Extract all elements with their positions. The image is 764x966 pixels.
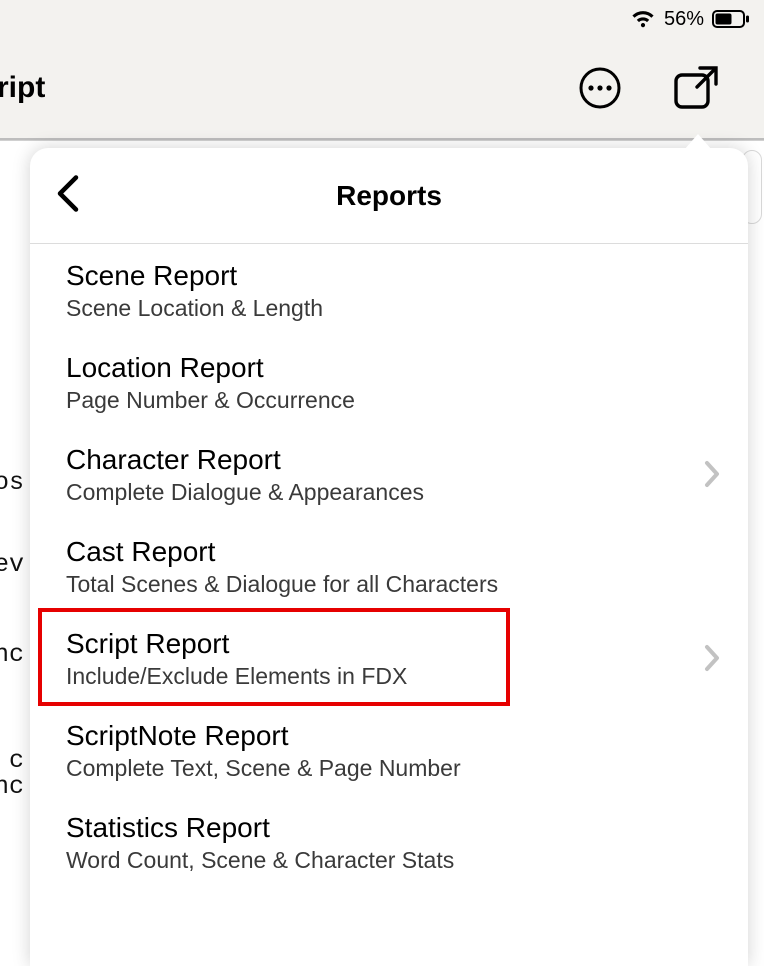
reports-popover: Reports Scene ReportScene Location & Len… — [30, 148, 748, 966]
report-item-title: Location Report — [66, 350, 680, 385]
more-menu-button[interactable] — [578, 66, 622, 110]
back-button[interactable] — [46, 165, 88, 226]
popover-caret — [684, 134, 712, 150]
chevron-right-icon — [704, 460, 720, 488]
report-item[interactable]: Script ReportInclude/Exclude Elements in… — [30, 612, 748, 704]
report-item-subtitle: Scene Location & Length — [66, 295, 680, 322]
report-item-subtitle: Word Count, Scene & Character Stats — [66, 847, 680, 874]
report-item-title: ScriptNote Report — [66, 718, 680, 753]
popover-title: Reports — [336, 180, 442, 212]
background-text-fragment: ev — [0, 550, 24, 579]
report-item[interactable]: Cast ReportTotal Scenes & Dialogue for a… — [30, 520, 748, 612]
chevron-right-icon — [704, 644, 720, 672]
report-item-title: Script Report — [66, 626, 680, 661]
report-item-subtitle: Total Scenes & Dialogue for all Characte… — [66, 571, 680, 598]
background-text-fragment: nc — [0, 640, 24, 669]
popover-header: Reports — [30, 148, 748, 244]
background-text-fragment: c — [0, 746, 24, 775]
status-bar: 56% — [0, 0, 764, 38]
report-item[interactable]: ScriptNote ReportComplete Text, Scene & … — [30, 704, 748, 796]
report-item-title: Statistics Report — [66, 810, 680, 845]
background-text-fragment: nc — [0, 772, 24, 801]
report-item-title: Scene Report — [66, 258, 680, 293]
report-item[interactable]: Location ReportPage Number & Occurrence — [30, 336, 748, 428]
report-item-subtitle: Page Number & Occurrence — [66, 387, 680, 414]
report-item-title: Cast Report — [66, 534, 680, 569]
document-title-fragment: ript — [0, 71, 45, 105]
report-item-subtitle: Complete Dialogue & Appearances — [66, 479, 680, 506]
reports-list: Scene ReportScene Location & LengthLocat… — [30, 244, 748, 966]
report-item[interactable]: Statistics ReportWord Count, Scene & Cha… — [30, 796, 748, 888]
battery-percent-label: 56% — [664, 8, 704, 31]
report-item[interactable]: Character ReportComplete Dialogue & Appe… — [30, 428, 748, 520]
battery-icon — [712, 10, 750, 28]
report-item[interactable]: Scene ReportScene Location & Length — [30, 244, 748, 336]
report-item-subtitle: Complete Text, Scene & Page Number — [66, 755, 680, 782]
app-header: ript — [0, 38, 764, 140]
wifi-icon — [630, 9, 656, 29]
background-text-fragment: os — [0, 468, 24, 497]
share-export-button[interactable] — [670, 63, 720, 113]
report-item-title: Character Report — [66, 442, 680, 477]
report-item-subtitle: Include/Exclude Elements in FDX — [66, 663, 680, 690]
